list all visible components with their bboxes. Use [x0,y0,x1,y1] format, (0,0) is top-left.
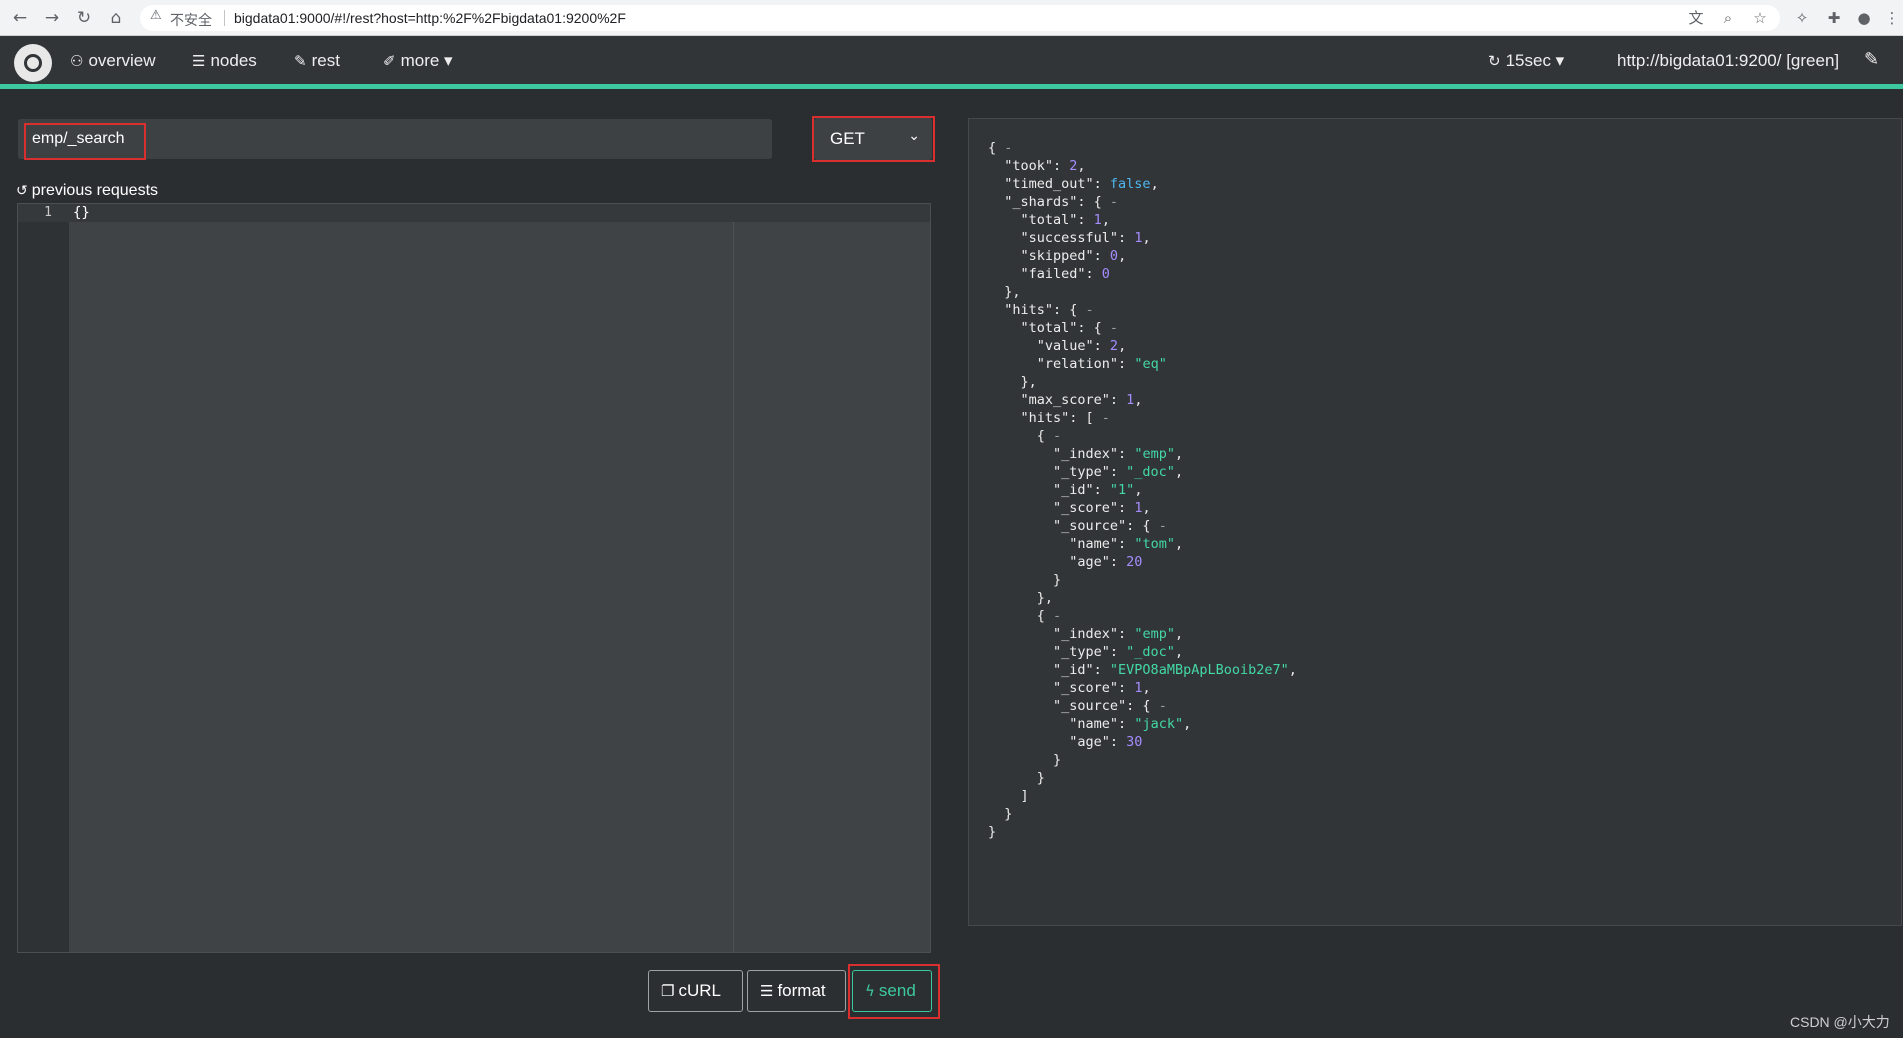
response-panel: { - "took": 2, "timed_out": false, "_sha… [968,118,1902,926]
translate-icon[interactable]: 文 [1684,6,1708,30]
format-button[interactable]: ☰ format [747,970,846,1012]
watermark: CSDN @小大力 [1790,1014,1890,1030]
nav-rest-label: rest [311,51,340,70]
format-label: format [777,981,826,1000]
curl-label: cURL [678,981,721,1000]
star-icon[interactable]: ☆ [1748,6,1772,30]
disconnect-icon[interactable]: ✎ [1864,49,1879,70]
nav-nodes-label: nodes [210,51,257,70]
copy-icon: ❐ [661,982,675,1000]
highlight-method [812,116,935,162]
insecure-label[interactable]: 不安全 [170,10,212,30]
address-url[interactable]: bigdata01:9000/#!/rest?host=http:%2F%2Fb… [234,10,626,26]
browser-toolbar: ← → ↻ ⌂ ⚠ 不安全 bigdata01:9000/#!/rest?hos… [0,0,1903,36]
nav-overview-label: overview [88,51,156,70]
highlight-path [24,123,146,160]
request-body-editor[interactable]: 1 {} [17,203,931,953]
refresh-icon: ↻ [1488,52,1501,70]
wand-icon: ✐ [383,52,396,70]
nav-overview[interactable]: ⚇ overview [70,51,156,71]
nav-more-label: more ▾ [400,51,453,70]
zoom-icon[interactable]: ⌕ [1716,6,1740,30]
refresh-interval-dropdown[interactable]: ↻ 15sec ▾ [1488,51,1564,71]
reload-icon[interactable]: ↻ [72,6,96,30]
refresh-interval-label: 15sec ▾ [1505,51,1565,70]
cluster-status[interactable]: http://bigdata01:9200/ [green] [1617,51,1839,71]
app-header: ⚇ overview ☰ nodes ✎ rest ✐ more ▾ ↻ 15sec ▾ … [0,36,1903,89]
request-body-text[interactable]: {} [73,205,90,221]
line-number: 1 [44,205,52,220]
address-bar[interactable]: ⚠ 不安全 bigdata01:9000/#!/rest?host=http:%… [140,5,1780,31]
curl-button[interactable]: ❐ cURL [648,970,743,1012]
nav-rest[interactable]: ✎ rest [294,51,340,71]
profile-icon[interactable]: ● [1852,6,1876,30]
print-margin [733,222,734,952]
response-json: { - "took": 2, "timed_out": false, "_sha… [988,140,1297,840]
editor-active-line [18,204,930,222]
nav-more[interactable]: ✐ more ▾ [383,51,453,71]
highlight-send [848,964,940,1019]
sitemap-icon: ⚇ [70,52,84,70]
edit-icon: ✎ [294,52,307,70]
back-icon[interactable]: ← [8,6,32,30]
nav-nodes[interactable]: ☰ nodes [192,51,257,71]
puzzle-icon[interactable]: ✚ [1822,6,1846,30]
previous-requests-label: previous requests [31,182,159,199]
cerebro-logo-icon[interactable] [14,44,52,82]
history-icon: ↺ [16,183,28,199]
align-icon: ☰ [760,982,774,1000]
home-icon[interactable]: ⌂ [104,6,128,30]
extension-icon[interactable]: ✧ [1790,6,1814,30]
editor-gutter [18,204,69,952]
forward-icon[interactable]: → [40,6,64,30]
menu-icon[interactable]: ⋮ [1880,6,1903,30]
list-icon: ☰ [192,52,206,70]
previous-requests-link[interactable]: ↺ previous requests [16,182,158,200]
address-divider [224,10,225,26]
warning-icon: ⚠ [150,8,162,23]
